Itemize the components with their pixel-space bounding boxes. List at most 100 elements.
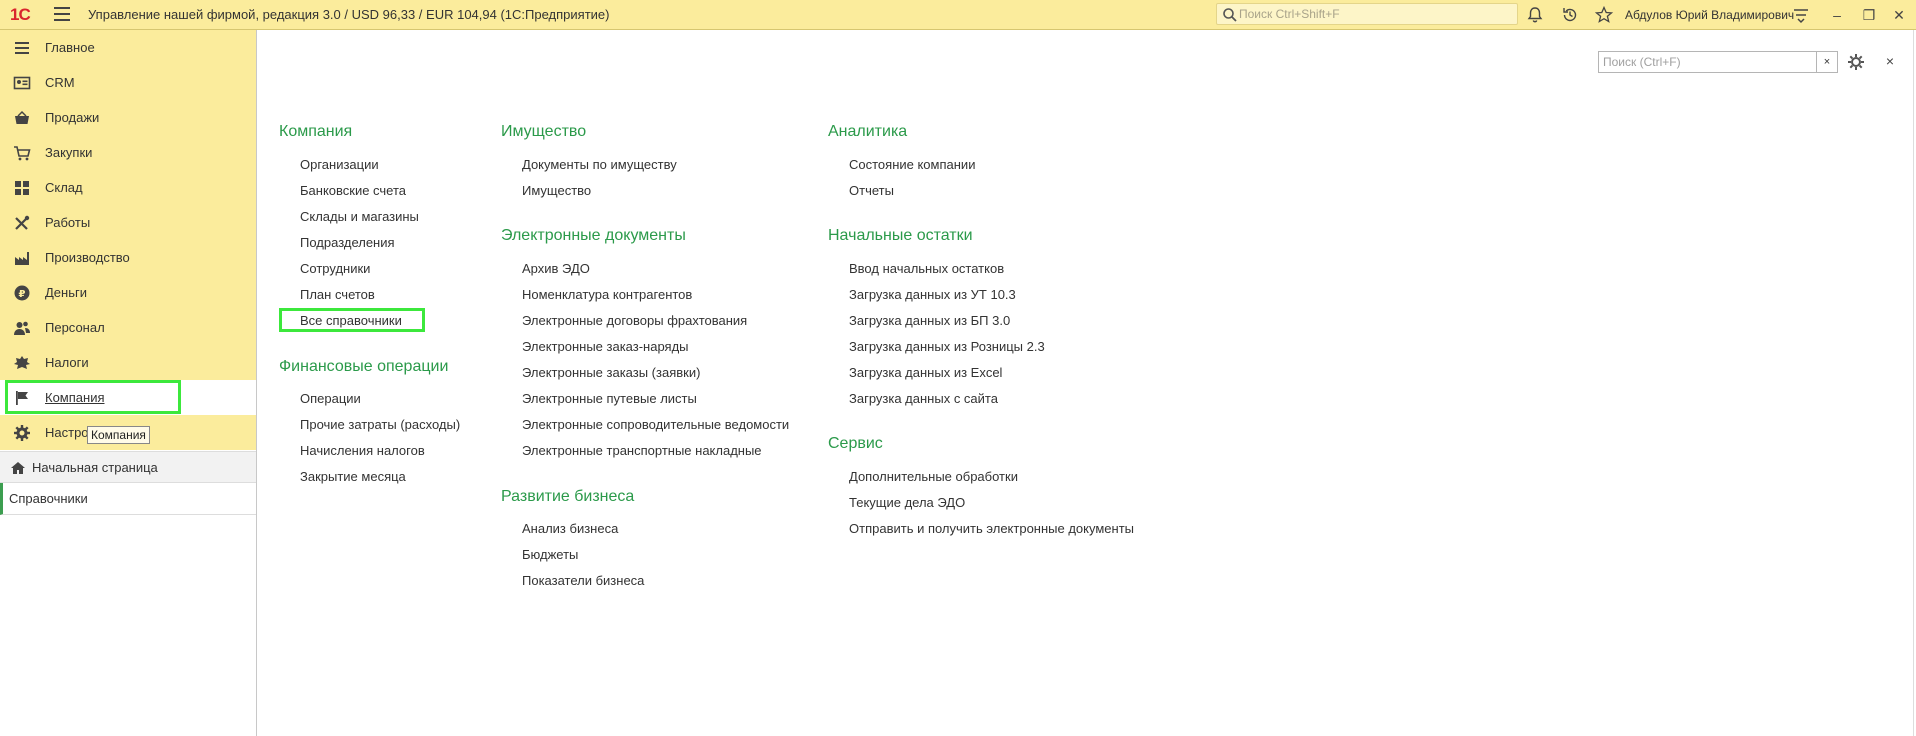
section-production[interactable]: Производство: [0, 240, 256, 275]
section-company[interactable]: Компания: [0, 380, 256, 415]
link-departments[interactable]: Подразделения: [300, 235, 395, 250]
menu-lines-icon: [15, 42, 29, 54]
section-label: Налоги: [45, 355, 89, 370]
section-label: CRM: [45, 75, 75, 90]
current-user[interactable]: Абдулов Юрий Владимирович: [1625, 8, 1794, 22]
bell-icon[interactable]: [1525, 5, 1545, 25]
open-page-label: Справочники: [9, 491, 88, 506]
section-money[interactable]: ₽ Деньги: [0, 275, 256, 310]
link-load-bp[interactable]: Загрузка данных из БП 3.0: [849, 313, 1010, 328]
sidebar: Главное CRM Продажи Закупки Склад Работы…: [0, 30, 257, 736]
link-edo-archive[interactable]: Архив ЭДО: [522, 261, 590, 276]
link-work-orders[interactable]: Электронные заказ-наряды: [522, 339, 689, 354]
app-logo: 1С: [10, 5, 31, 24]
link-budgets[interactable]: Бюджеты: [522, 547, 578, 562]
link-load-excel[interactable]: Загрузка данных из Excel: [849, 365, 1002, 380]
group-title-service: Сервис: [828, 435, 883, 452]
section-main[interactable]: Главное: [0, 30, 256, 65]
section-label: Работы: [45, 215, 91, 230]
link-enter-initial-balances[interactable]: Ввод начальных остатков: [849, 261, 1004, 276]
group-title-business-development: Развитие бизнеса: [501, 488, 635, 505]
factory-icon: [15, 252, 29, 265]
people-icon: [14, 321, 30, 335]
group-title-company: Компания: [279, 123, 353, 140]
warehouse-grid-icon: [15, 181, 29, 195]
gear-icon[interactable]: [1846, 52, 1866, 72]
section-warehouse[interactable]: Склад: [0, 170, 256, 205]
sections-panel: Главное CRM Продажи Закупки Склад Работы…: [0, 30, 256, 450]
link-transport-invoices[interactable]: Электронные транспортные накладные: [522, 443, 762, 458]
link-warehouses-stores[interactable]: Склады и магазины: [300, 209, 419, 224]
link-operations[interactable]: Операции: [300, 391, 361, 406]
main-menu-button[interactable]: [54, 7, 70, 21]
link-employees[interactable]: Сотрудники: [300, 261, 370, 276]
section-label: Персонал: [45, 320, 105, 335]
panel-search-input[interactable]: [1603, 54, 1803, 70]
group-title-initial-balances: Начальные остатки: [828, 227, 973, 244]
section-label: Склад: [45, 180, 83, 195]
home-page-link[interactable]: Начальная страница: [0, 451, 256, 483]
link-load-retail[interactable]: Загрузка данных из Розницы 2.3: [849, 339, 1045, 354]
link-charter-contracts[interactable]: Электронные договоры фрахтования: [522, 313, 747, 328]
link-additional-processing[interactable]: Дополнительные обработки: [849, 469, 1018, 484]
link-company-state[interactable]: Состояние компании: [849, 157, 975, 172]
section-label: Производство: [45, 250, 130, 265]
panel-search-box[interactable]: ×: [1598, 51, 1838, 73]
link-edo-current-tasks[interactable]: Текущие дела ЭДО: [849, 495, 965, 510]
history-icon[interactable]: [1560, 5, 1580, 25]
link-load-ut[interactable]: Загрузка данных из УТ 10.3: [849, 287, 1016, 302]
settings-menu-icon[interactable]: [1791, 5, 1811, 25]
contact-card-icon: [13, 76, 31, 90]
link-month-closing[interactable]: Закрытие месяца: [300, 469, 406, 484]
section-crm[interactable]: CRM: [0, 65, 256, 100]
section-works[interactable]: Работы: [0, 205, 256, 240]
home-page-label: Начальная страница: [32, 460, 158, 475]
cart-icon: [14, 146, 31, 161]
link-property[interactable]: Имущество: [522, 183, 591, 198]
link-property-documents[interactable]: Документы по имуществу: [522, 157, 677, 172]
close-panel-button[interactable]: ×: [1881, 52, 1899, 70]
section-personnel[interactable]: Персонал: [0, 310, 256, 345]
section-label: Продажи: [45, 110, 100, 125]
link-waybills[interactable]: Электронные путевые листы: [522, 391, 697, 406]
section-taxes[interactable]: Налоги: [0, 345, 256, 380]
close-window-button[interactable]: ✕: [1888, 4, 1910, 26]
link-business-indicators[interactable]: Показатели бизнеса: [522, 573, 644, 588]
ruble-coin-icon: ₽: [14, 285, 30, 301]
section-label: Деньги: [45, 285, 87, 300]
clear-search-button[interactable]: ×: [1816, 52, 1837, 72]
global-search-input[interactable]: [1239, 6, 1509, 22]
open-page-tab[interactable]: Справочники: [0, 483, 256, 515]
link-accompanying-statements[interactable]: Электронные сопроводительные ведомости: [522, 417, 789, 432]
section-label: Главное: [45, 40, 95, 55]
emblem-icon: [14, 356, 30, 369]
link-reports[interactable]: Отчеты: [849, 183, 894, 198]
minimize-button[interactable]: –: [1826, 4, 1848, 26]
section-purchases[interactable]: Закупки: [0, 135, 256, 170]
app-title: Управление нашей фирмой, редакция 3.0 / …: [88, 7, 610, 22]
link-business-analysis[interactable]: Анализ бизнеса: [522, 521, 618, 536]
link-tax-accruals[interactable]: Начисления налогов: [300, 443, 425, 458]
basket-icon: [15, 110, 29, 124]
global-search-box[interactable]: [1216, 3, 1518, 25]
group-title-financial-operations: Финансовые операции: [279, 358, 449, 375]
section-label: Компания: [45, 390, 105, 405]
link-organizations[interactable]: Организации: [300, 157, 379, 172]
svg-text:₽: ₽: [19, 289, 26, 300]
link-send-receive-edocs[interactable]: Отправить и получить электронные докумен…: [849, 521, 1134, 536]
link-chart-of-accounts[interactable]: План счетов: [300, 287, 375, 302]
section-sales[interactable]: Продажи: [0, 100, 256, 135]
tooltip: Компания: [87, 426, 150, 444]
link-e-orders[interactable]: Электронные заказы (заявки): [522, 365, 700, 380]
section-label: Закупки: [45, 145, 93, 160]
link-load-site[interactable]: Загрузка данных с сайта: [849, 391, 998, 406]
link-other-expenses[interactable]: Прочие затраты (расходы): [300, 417, 460, 432]
link-counterparty-nomenclature[interactable]: Номенклатура контрагентов: [522, 287, 692, 302]
link-all-catalogs[interactable]: Все справочники: [300, 313, 402, 328]
panel-border: [1913, 30, 1914, 736]
favorites-star-icon[interactable]: [1594, 5, 1614, 25]
link-bank-accounts[interactable]: Банковские счета: [300, 183, 406, 198]
title-bar: 1С Управление нашей фирмой, редакция 3.0…: [0, 0, 1916, 30]
restore-button[interactable]: ❐: [1858, 4, 1880, 26]
search-icon: [1223, 8, 1237, 22]
